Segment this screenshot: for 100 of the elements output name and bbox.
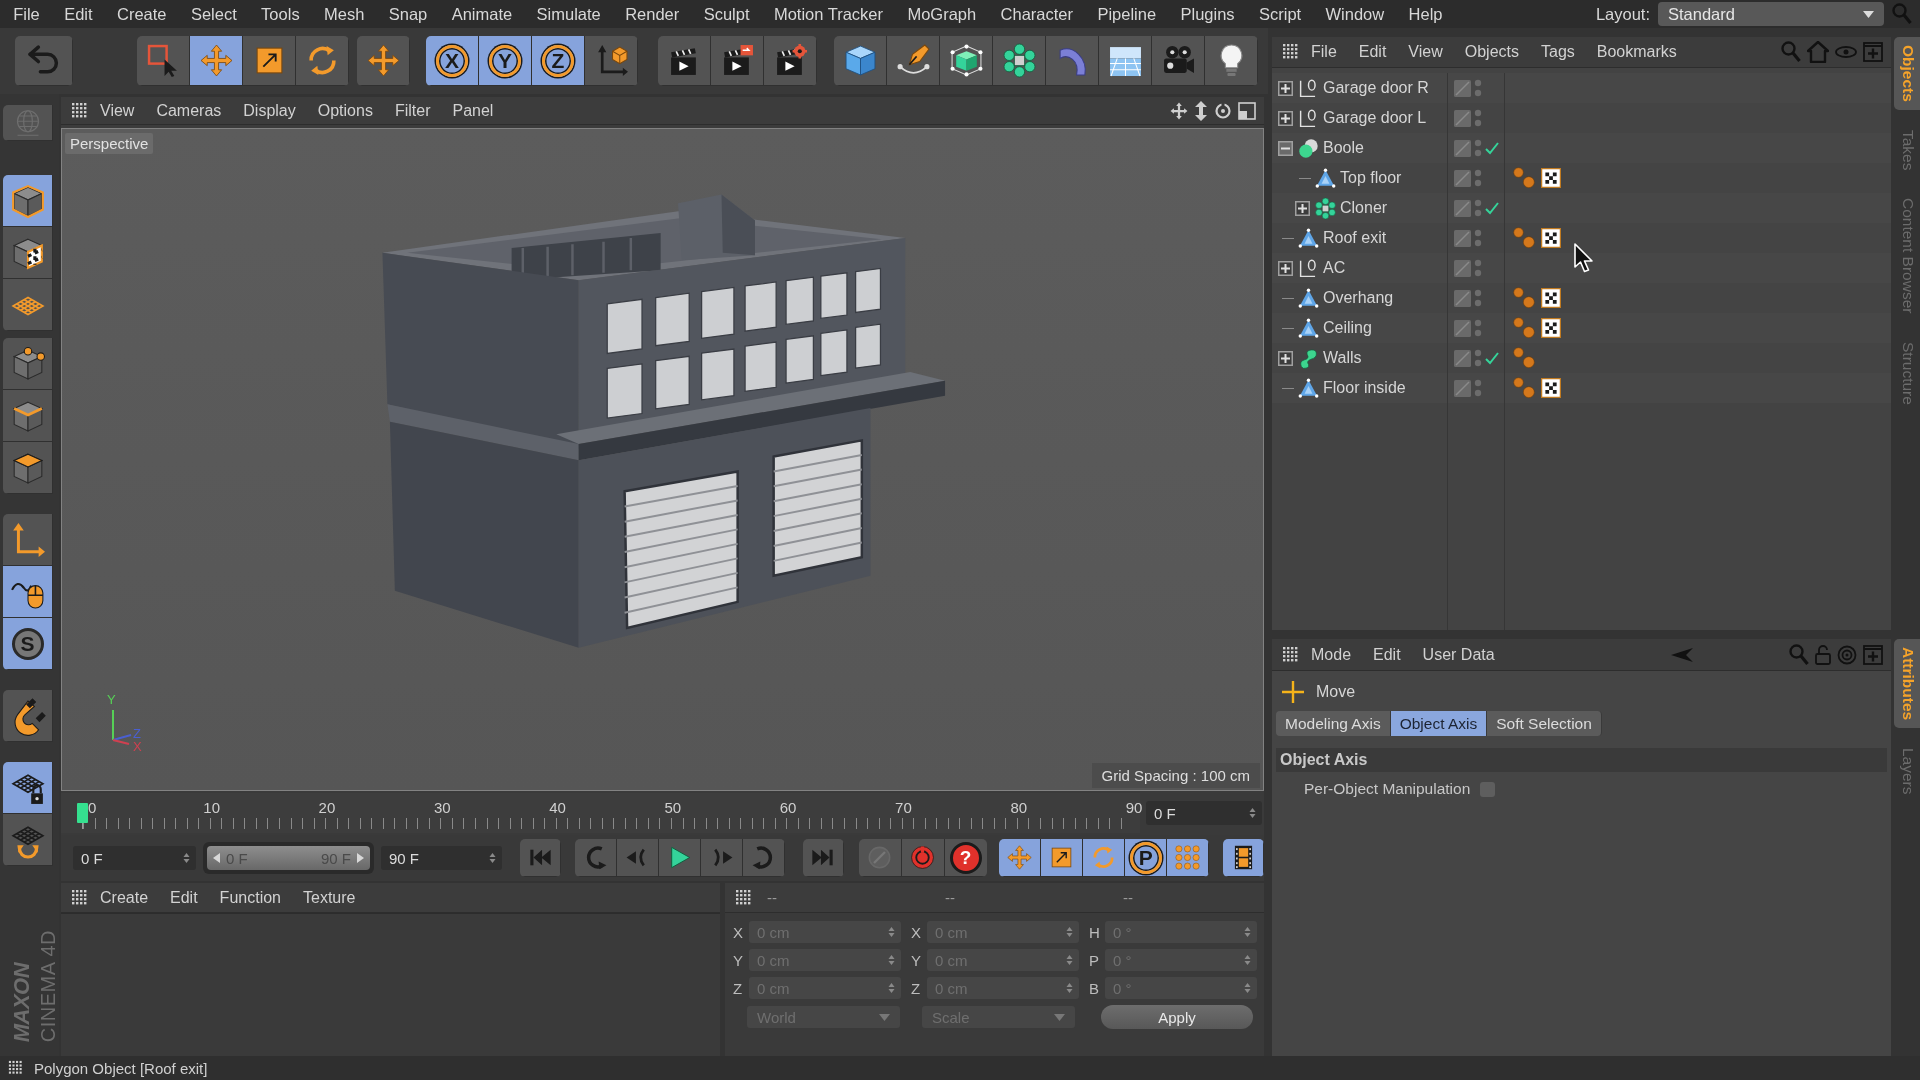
key-scale-button[interactable] — [1041, 839, 1084, 877]
start-frame-field[interactable]: 0 F — [73, 846, 196, 870]
layer-icon[interactable] — [1454, 349, 1471, 367]
menu-item[interactable]: Simulate — [524, 4, 613, 24]
check-icon[interactable] — [1485, 141, 1499, 155]
axis-lock-button[interactable]: Z — [532, 36, 585, 86]
timeline-button[interactable] — [1223, 839, 1264, 877]
layer-icon[interactable] — [1454, 259, 1471, 277]
layer-icon[interactable] — [1454, 229, 1471, 247]
visibility-dots-icon[interactable] — [1474, 288, 1482, 308]
visibility-dots-icon[interactable] — [1474, 378, 1482, 398]
attribute-tab[interactable]: Object Axis — [1390, 711, 1488, 736]
menu-item[interactable]: Tags — [1530, 43, 1586, 61]
menu-item[interactable]: Snap — [376, 4, 440, 24]
axis-lock-button[interactable]: Y — [479, 36, 532, 86]
check-icon[interactable] — [1485, 201, 1499, 215]
menu-item[interactable]: Tools — [248, 4, 312, 24]
menu-item[interactable]: View — [89, 101, 146, 120]
workplane-mode-button[interactable] — [3, 279, 53, 331]
menu-item[interactable]: File — [1300, 43, 1348, 61]
collapse-icon[interactable] — [1277, 140, 1293, 156]
menu-item[interactable]: Select — [178, 4, 249, 24]
checker-tag-icon[interactable] — [1541, 318, 1561, 338]
menu-item[interactable]: Script — [1246, 4, 1314, 24]
check-icon[interactable] — [1485, 351, 1499, 365]
menu-item[interactable]: Animate — [439, 4, 525, 24]
layer-icon[interactable] — [1454, 199, 1471, 217]
axis-mode-button[interactable] — [3, 514, 53, 566]
layer-icon[interactable] — [1454, 139, 1471, 157]
live-selection-button[interactable] — [137, 36, 190, 86]
expand-icon[interactable] — [1277, 110, 1293, 126]
visibility-dots-icon[interactable] — [1474, 138, 1482, 158]
object-row[interactable]: Ceiling — [1272, 313, 1891, 343]
rotate-view-icon[interactable] — [1214, 101, 1232, 120]
visibility-dots-icon[interactable] — [1474, 258, 1482, 278]
visibility-dots-icon[interactable] — [1474, 78, 1482, 98]
visibility-dots-icon[interactable] — [1474, 168, 1482, 188]
checker-tag-icon[interactable] — [1541, 288, 1561, 308]
menu-item[interactable]: Create — [89, 888, 160, 907]
menu-item[interactable]: Texture — [292, 888, 367, 907]
visibility-dots-icon[interactable] — [1474, 348, 1482, 368]
menu-item[interactable]: Plugins — [1168, 4, 1247, 24]
model-mode-button[interactable] — [3, 175, 53, 227]
checker-tag-icon[interactable] — [1541, 228, 1561, 248]
tweak-mode-button[interactable] — [3, 566, 53, 618]
layer-icon[interactable] — [1454, 109, 1471, 127]
record-button[interactable] — [858, 839, 902, 877]
layer-icon[interactable] — [1454, 289, 1471, 307]
two-spheres-icon[interactable] — [1513, 347, 1535, 369]
object-row[interactable]: Garage door R — [1272, 73, 1891, 103]
side-tab[interactable]: Attributes — [1894, 639, 1920, 729]
play-button[interactable] — [658, 839, 701, 877]
object-row[interactable]: Boole — [1272, 133, 1891, 163]
menu-item[interactable]: File — [1, 4, 52, 24]
menu-item[interactable]: Mode — [1300, 645, 1363, 664]
attribute-tab[interactable]: Soft Selection — [1487, 711, 1602, 736]
render-settings-button[interactable] — [764, 36, 817, 86]
cloner-button[interactable] — [993, 36, 1046, 86]
panel-grip-icon[interactable] — [1282, 645, 1300, 664]
go-end-button[interactable] — [802, 839, 844, 877]
menu-item[interactable]: Window — [1313, 4, 1397, 24]
render-viewer-button[interactable] — [711, 36, 764, 86]
attribute-tab[interactable]: Modeling Axis — [1276, 711, 1391, 736]
expand-icon[interactable] — [1294, 200, 1310, 216]
zoom-view-icon[interactable] — [1194, 100, 1208, 121]
menu-item[interactable]: Motion Tracker — [761, 4, 896, 24]
menu-item[interactable]: Edit — [159, 888, 209, 907]
autokey-button[interactable] — [901, 839, 945, 877]
move-view-icon[interactable] — [1170, 101, 1188, 120]
menu-item[interactable]: Edit — [1347, 43, 1398, 61]
menu-item[interactable]: Objects — [1453, 43, 1530, 61]
menu-item[interactable]: Character — [988, 4, 1086, 24]
render-view-button[interactable] — [658, 36, 711, 86]
edges-mode-button[interactable] — [3, 390, 53, 442]
panel-grip-icon[interactable] — [735, 888, 753, 907]
two-spheres-icon[interactable] — [1513, 167, 1535, 189]
menu-item[interactable]: Bookmarks — [1585, 43, 1688, 61]
cube-button[interactable] — [834, 36, 887, 86]
two-spheres-icon[interactable] — [1513, 377, 1535, 399]
spinner-icon[interactable] — [489, 852, 496, 864]
two-spheres-icon[interactable] — [1513, 227, 1535, 249]
spinner-icon[interactable] — [183, 852, 190, 864]
next-key-button[interactable] — [742, 839, 785, 877]
visibility-dots-icon[interactable] — [1474, 228, 1482, 248]
coordinate-system-button[interactable] — [585, 36, 638, 86]
go-start-button[interactable] — [520, 839, 561, 877]
subdivision-button[interactable] — [940, 36, 993, 86]
expand-icon[interactable] — [1277, 80, 1293, 96]
visibility-dots-icon[interactable] — [1474, 108, 1482, 128]
left-arrow-icon[interactable] — [213, 853, 220, 863]
last-tool-button[interactable] — [357, 36, 410, 86]
maximize-icon[interactable] — [1238, 101, 1256, 120]
checker-tag-icon[interactable] — [1541, 168, 1561, 188]
texture-mode-button[interactable] — [3, 227, 53, 279]
visibility-dots-icon[interactable] — [1474, 318, 1482, 338]
menu-item[interactable]: Mesh — [311, 4, 377, 24]
right-arrow-icon[interactable] — [357, 853, 364, 863]
menu-item[interactable]: Help — [1396, 4, 1455, 24]
key-position-button[interactable] — [999, 839, 1042, 877]
menu-item[interactable]: Edit — [51, 4, 105, 24]
